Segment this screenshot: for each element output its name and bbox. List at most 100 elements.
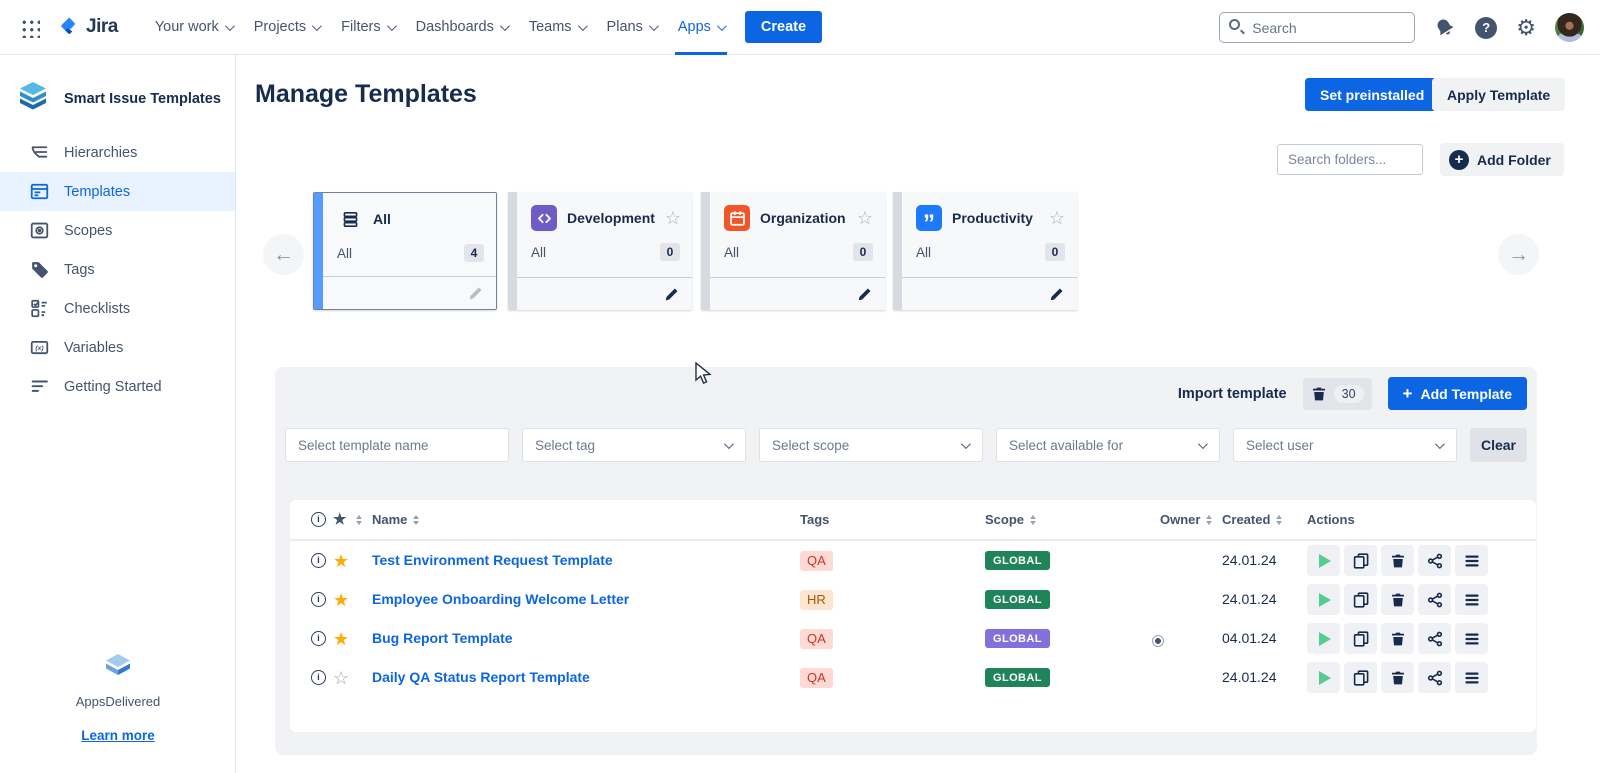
scope-filter-select[interactable]: Select scope [759,428,983,462]
template-name-link[interactable]: Test Environment Request Template [372,552,613,568]
table-row: ☆ Daily QA Status Report Template QA GLO… [290,658,1536,697]
arrow-left-icon: ← [273,243,294,267]
copy-template-button[interactable] [1344,584,1377,615]
learn-more-link[interactable]: Learn more [81,728,155,743]
templates-toolbar: Import template 30 + Add Template [1178,377,1527,410]
copy-template-button[interactable] [1344,545,1377,576]
run-template-button[interactable] [1307,545,1340,576]
clear-filters-button[interactable]: Clear [1470,428,1527,462]
edit-pencil-icon[interactable] [468,286,483,301]
sidebar: Smart Issue Templates Hierarchies Templa… [0,55,236,773]
sort-arrows-icon [1276,515,1282,525]
folder-card-development[interactable]: Development ☆ All 0 [508,192,692,310]
edit-pencil-icon[interactable] [664,287,679,302]
run-template-button[interactable] [1307,623,1340,654]
sidebar-item-hierarchies[interactable]: Hierarchies [0,133,235,172]
sidebar-item-scopes[interactable]: Scopes [0,211,235,250]
top-navbar: Jira Your work Projects Filters Dashboar… [0,0,1600,55]
favorite-star-icon[interactable]: ★ [333,552,349,570]
delete-template-button[interactable] [1381,584,1414,615]
trash-bin-button[interactable]: 30 [1303,378,1372,410]
edit-pencil-icon[interactable] [857,287,872,302]
favorite-star-icon[interactable]: ★ [333,630,349,648]
user-filter-select[interactable]: Select user [1233,428,1457,462]
copy-template-button[interactable] [1344,662,1377,693]
add-folder-button[interactable]: + Add Folder [1440,143,1564,176]
menu-icon [1464,553,1480,569]
column-header-scope[interactable]: Scope [985,512,1160,527]
run-template-button[interactable] [1307,584,1340,615]
column-header-created[interactable]: Created [1222,512,1307,527]
folder-card-productivity[interactable]: ” Productivity ☆ All 0 [893,192,1077,310]
user-avatar[interactable] [1555,13,1584,42]
copy-template-button[interactable] [1344,623,1377,654]
favorite-star-icon[interactable]: ★ [333,591,349,609]
delete-template-button[interactable] [1381,623,1414,654]
sidebar-item-tags[interactable]: Tags [0,250,235,289]
info-icon[interactable] [311,631,326,646]
more-menu-button[interactable] [1455,545,1488,576]
nav-item-dashboards[interactable]: Dashboards [405,0,518,55]
share-template-button[interactable] [1418,584,1451,615]
carousel-right-arrow[interactable]: → [1498,234,1539,275]
template-name-link[interactable]: Employee Onboarding Welcome Letter [372,591,629,607]
nav-item-filters[interactable]: Filters [330,0,404,55]
sidebar-item-templates[interactable]: Templates [0,172,235,211]
create-button[interactable]: Create [745,11,822,43]
scopes-icon [29,220,50,241]
jira-logo[interactable]: Jira [56,15,118,39]
info-icon[interactable] [311,553,326,568]
nav-item-teams[interactable]: Teams [518,0,596,55]
share-template-button[interactable] [1418,662,1451,693]
template-name-link[interactable]: Bug Report Template [372,630,513,646]
sidebar-item-getting-started[interactable]: Getting Started [0,367,235,406]
favorite-star-icon[interactable]: ☆ [857,209,873,227]
nav-item-your-work[interactable]: Your work [144,0,243,55]
tag-filter-select[interactable]: Select tag [522,428,746,462]
templates-panel: Import template 30 + Add Template Select… [275,367,1537,755]
global-search-input[interactable] [1219,12,1415,43]
app-switcher-icon[interactable] [19,17,40,38]
carousel-left-arrow[interactable]: ← [263,234,304,275]
chevron-down-icon [724,439,734,449]
edit-pencil-icon[interactable] [1049,287,1064,302]
favorite-star-icon[interactable]: ☆ [333,669,349,687]
column-header-name[interactable]: Name [372,512,800,527]
arrow-right-icon: → [1508,243,1529,267]
notifications-bell-icon[interactable] [1430,12,1460,42]
templates-icon [29,181,50,202]
template-name-input[interactable] [298,438,496,453]
delete-template-button[interactable] [1381,662,1414,693]
more-menu-button[interactable] [1455,623,1488,654]
sort-arrows-icon[interactable] [356,515,362,525]
settings-gear-icon[interactable]: ⚙ [1516,17,1536,39]
info-icon[interactable] [311,592,326,607]
sidebar-item-variables[interactable]: Variables [0,328,235,367]
sidebar-item-checklists[interactable]: Checklists [0,289,235,328]
share-template-button[interactable] [1418,545,1451,576]
available-for-filter-select[interactable]: Select available for [996,428,1220,462]
add-template-button[interactable]: + Add Template [1388,377,1527,410]
set-preinstalled-button[interactable]: Set preinstalled [1305,78,1439,111]
folder-card-organization[interactable]: Organization ☆ All 0 [701,192,885,310]
chevron-down-icon [387,21,397,31]
import-template-button[interactable]: Import template [1178,386,1287,402]
more-menu-button[interactable] [1455,662,1488,693]
template-name-link[interactable]: Daily QA Status Report Template [372,669,590,685]
share-template-button[interactable] [1418,623,1451,654]
nav-item-projects[interactable]: Projects [243,0,330,55]
more-menu-button[interactable] [1455,584,1488,615]
apply-template-button[interactable]: Apply Template [1432,78,1565,111]
favorite-star-icon[interactable]: ☆ [665,209,681,227]
delete-template-button[interactable] [1381,545,1414,576]
folder-card-all[interactable]: All All 4 [313,192,497,310]
favorite-star-icon[interactable]: ☆ [1049,209,1065,227]
search-folders-input[interactable] [1277,144,1423,175]
run-template-button[interactable] [1307,662,1340,693]
help-icon[interactable]: ? [1475,17,1497,39]
nav-item-plans[interactable]: Plans [596,0,667,55]
jira-wordmark: Jira [86,16,118,38]
info-icon[interactable] [311,670,326,685]
nav-item-apps[interactable]: Apps [667,0,735,55]
column-header-owner[interactable]: Owner [1160,512,1222,527]
